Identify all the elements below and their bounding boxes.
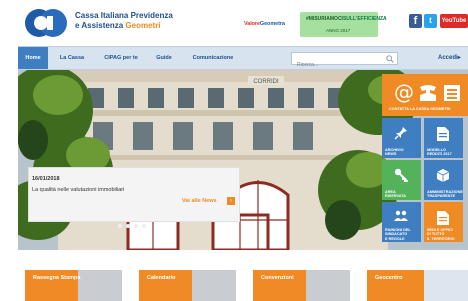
key-icon (394, 168, 408, 182)
campaign-highlight: SULL'EFFICIENZA (342, 16, 387, 22)
twitter-icon[interactable]: t (424, 14, 437, 28)
login-link[interactable]: Accedi▸ (438, 47, 461, 69)
campaign-year: ANNO 2017 (326, 28, 351, 33)
tile-archivio-label: ARCHIVIO NEWS (385, 148, 404, 157)
search-icon[interactable] (386, 55, 394, 63)
campaign-banner[interactable]: #MISURIAMOCISULL'EFFICIENZA ANNO 2017 (300, 12, 387, 37)
main-nav: Home La Cassa CIPAG per te Guide Comunic… (18, 46, 468, 71)
tile-label-line: NEWS (385, 152, 397, 157)
youtube-icon[interactable]: YouTube (440, 14, 468, 28)
box-label: Rassegna Stampa (33, 275, 81, 281)
tile-label-line: RISERVATA (385, 194, 407, 199)
box-label: Geocentro (375, 275, 403, 281)
valore-b: Geometra (259, 21, 285, 27)
tile-riunioni-sindacato[interactable]: RIUNIONI DEL SINDACATO E REGOLE (382, 202, 421, 242)
nav-item-la-cassa[interactable]: La Cassa (54, 47, 90, 69)
page: Cassa Italiana Previdenza e Assistenza G… (0, 0, 468, 301)
tile-modello-redditi[interactable]: MODELLO REDDITI 2017 (424, 118, 463, 158)
at-icon: @ (394, 81, 414, 103)
nav-item-cipag-per-te[interactable]: CIPAG per te (96, 47, 146, 69)
brand-line2-a: e Assistenza (75, 21, 124, 30)
facebook-icon[interactable]: f (409, 14, 422, 28)
tile-modello-label: MODELLO REDDITI 2017 (427, 148, 452, 157)
people-icon (394, 210, 408, 221)
tile-area-riservata[interactable]: AREA RISERVATA (382, 160, 421, 200)
slider-dots (118, 224, 158, 230)
box-thumbnail (192, 270, 236, 301)
search-input[interactable] (292, 59, 378, 71)
tile-sedi-uffici[interactable]: SEDI E UFFICI DI TUTTO IL TERRITORIO (424, 202, 463, 242)
building-sign: CORRIDI (253, 79, 279, 85)
document-icon (437, 127, 449, 141)
slider-dot[interactable] (118, 224, 122, 228)
tile-amministrazione-trasparente[interactable]: AMMINISTRAZIONE TRASPARENTE (424, 160, 463, 200)
campaign-prefix: #MISURIAMOCI (306, 16, 343, 22)
pin-icon (394, 127, 407, 140)
box-label: Convenzioni (261, 275, 294, 281)
box-thumbnail (306, 270, 350, 301)
tile-amm-label: AMMINISTRAZIONE TRASPARENTE (427, 190, 463, 199)
contact-tile[interactable]: @ CONTATTA LA CASSA GEOMETRI (382, 74, 468, 116)
brand-line1: Cassa Italiana Previdenza (75, 11, 173, 20)
news-date: 16/01/2018 (32, 176, 60, 182)
slider-dot[interactable] (134, 224, 138, 228)
news-more-link[interactable]: Vai alle News (182, 198, 217, 204)
box-rassegna-stampa[interactable]: Rassegna Stampa (25, 270, 122, 301)
tile-label-line: TRASPARENTE (427, 194, 456, 199)
box-convenzioni[interactable]: Convenzioni (253, 270, 350, 301)
document-icon (437, 211, 449, 225)
tile-archivio-news[interactable]: ARCHIVIO NEWS (382, 118, 421, 158)
tile-label-line: IL TERRITORIO (427, 236, 455, 241)
box-label: Calendario (147, 275, 176, 281)
tile-sedi-label: SEDI E UFFICI DI TUTTO IL TERRITORIO (427, 228, 455, 241)
tile-area-label: AREA RISERVATA (385, 190, 406, 199)
login-label: Accedi (438, 55, 458, 61)
box-thumbnail (78, 270, 122, 301)
slider-dot[interactable] (126, 224, 130, 228)
arrow-right-icon[interactable]: › (227, 197, 235, 205)
header: Cassa Italiana Previdenza e Assistenza G… (0, 0, 468, 46)
phone-icon (420, 85, 436, 101)
brand-line2-b: Geometri (125, 21, 161, 30)
valore-a: Valore (244, 21, 260, 27)
box-icon (436, 169, 450, 182)
box-geocentro[interactable]: Geocentro (367, 270, 468, 301)
nav-item-guide[interactable]: Guide (150, 47, 178, 69)
tile-label-line: REDDITI 2017 (427, 152, 452, 157)
logo-icon[interactable] (23, 5, 71, 41)
valore-geometra-link[interactable]: ValoreGeometra (244, 21, 285, 27)
contact-icons: @ (394, 81, 460, 103)
campaign-title: #MISURIAMOCISULL'EFFICIENZA (306, 16, 387, 22)
fax-icon (444, 85, 460, 101)
nav-item-comunicazione[interactable]: Comunicazione (183, 47, 243, 69)
box-calendario[interactable]: Calendario (139, 270, 236, 301)
news-headline[interactable]: La qualità nelle valutazioni immobiliari (32, 187, 124, 193)
news-card[interactable]: 16/01/2018 La qualità nelle valutazioni … (28, 167, 240, 222)
search-box (291, 52, 398, 71)
svg-text:@: @ (394, 81, 414, 103)
tile-riunioni-label: RIUNIONI DEL SINDACATO E REGOLE (385, 228, 411, 241)
box-thumbnail (424, 270, 468, 301)
contact-tile-label: CONTATTA LA CASSA GEOMETRI (389, 107, 451, 111)
tile-label-line: E REGOLE (385, 236, 405, 241)
nav-item-home[interactable]: Home (18, 47, 48, 69)
brand-name[interactable]: Cassa Italiana Previdenza e Assistenza G… (75, 11, 173, 31)
brand-line2: e Assistenza Geometri (75, 21, 173, 31)
slider-dot[interactable] (142, 224, 146, 228)
